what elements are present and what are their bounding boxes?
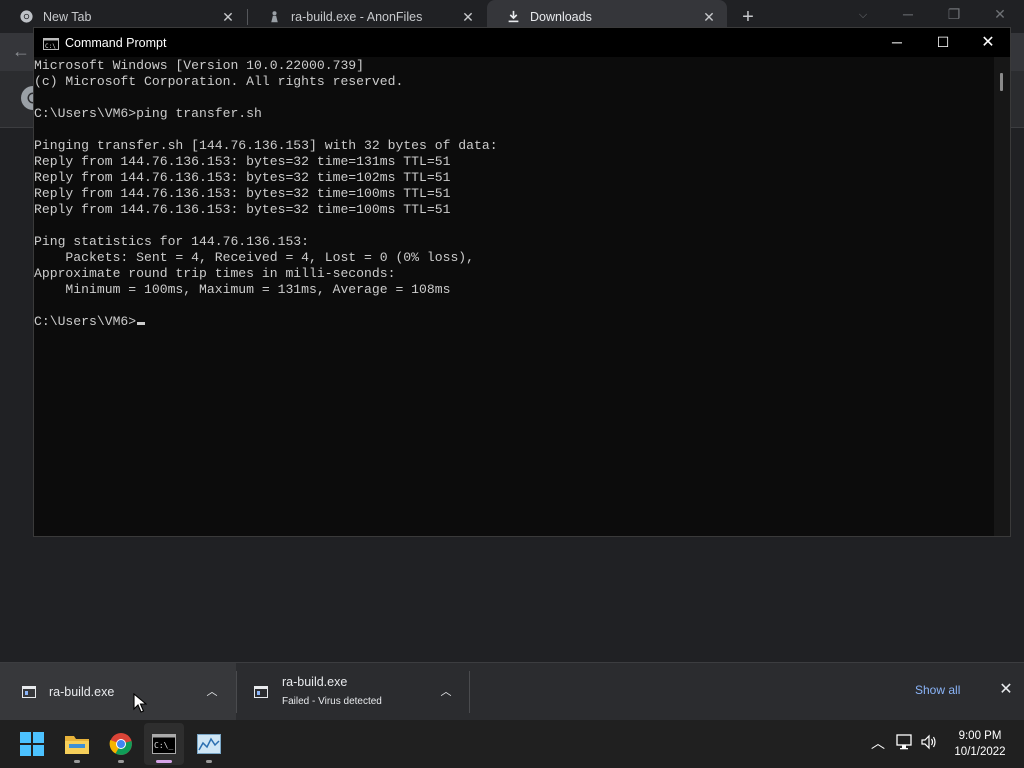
download-icon [507, 10, 520, 23]
folder-icon [65, 736, 89, 754]
browser-restore-icon[interactable]: ❐ [944, 4, 964, 24]
chrome-icon [20, 10, 33, 23]
minimize-icon[interactable]: ─ [874, 28, 920, 57]
chevron-up-icon[interactable]: ︿ [869, 734, 887, 752]
terminal-line: Reply from 144.76.136.153: bytes=32 time… [34, 186, 451, 201]
terminal-line: C:\Users\VM6>ping transfer.sh [34, 106, 262, 121]
close-tab-icon[interactable]: ✕ [220, 9, 236, 25]
download-item[interactable]: ra-build.exe ︿ [0, 663, 236, 720]
terminal-icon: C:\_ [152, 734, 176, 754]
file-explorer-taskbar-button[interactable] [57, 723, 97, 765]
taskbar: C:\_ ︿ [0, 720, 1024, 768]
close-icon[interactable]: ✕ [965, 28, 1011, 57]
tab-label: New Tab [43, 9, 92, 24]
tab-label: Downloads [530, 9, 592, 24]
clock-time: 9:00 PM [958, 730, 1002, 742]
new-tab-button[interactable]: + [738, 7, 758, 27]
chrome-taskbar-button[interactable] [101, 723, 141, 765]
windows-logo-icon [20, 732, 44, 756]
terminal-line: Ping statistics for 144.76.136.153: [34, 234, 310, 249]
terminal-line: Packets: Sent = 4, Received = 4, Lost = … [34, 250, 475, 265]
running-indicator [118, 760, 124, 763]
text-cursor [137, 322, 146, 325]
terminal-line: Reply from 144.76.136.153: bytes=32 time… [34, 170, 451, 185]
svg-text:C:\: C:\ [45, 43, 56, 50]
download-filename: ra-build.exe [49, 685, 115, 699]
tab-label: ra-build.exe - AnonFiles [291, 9, 423, 24]
cmd-app-icon: C:\ [43, 37, 59, 50]
download-status: Failed - Virus detected [282, 696, 382, 707]
running-indicator [206, 760, 212, 763]
scrollbar-thumb[interactable] [1000, 73, 1003, 91]
terminal-line: Minimum = 100ms, Maximum = 131ms, Averag… [34, 282, 451, 297]
terminal-line: Reply from 144.76.136.153: bytes=32 time… [34, 154, 451, 169]
browser-minimize-icon[interactable]: ─ [898, 4, 918, 24]
browser-close-icon[interactable]: ✕ [990, 4, 1010, 24]
terminal-line: Microsoft Windows [Version 10.0.22000.73… [34, 58, 365, 73]
cmd-window-title: Command Prompt [65, 35, 167, 50]
cmd-titlebar[interactable]: C:\ Command Prompt ─ ☐ ✕ [34, 28, 1010, 57]
tab-search-icon[interactable]: ⌵ [854, 6, 872, 24]
clock-date: 10/1/2022 [954, 746, 1006, 758]
terminal-output[interactable]: Microsoft Windows [Version 10.0.22000.73… [34, 57, 994, 536]
taskbar-clock[interactable]: 9:00 PM 10/1/2022 [945, 728, 1015, 760]
chevron-up-icon[interactable]: ︿ [438, 684, 454, 700]
downloads-shelf: ra-build.exe ︿ ra-build.exe Failed - Vir… [0, 662, 1024, 720]
svg-text:C:\_: C:\_ [154, 741, 173, 750]
command-prompt-window[interactable]: C:\ Command Prompt ─ ☐ ✕ Microsoft Windo… [33, 27, 1011, 537]
anonfiles-icon [268, 10, 281, 23]
back-arrow-icon[interactable]: ← [12, 41, 32, 61]
download-filename: ra-build.exe [282, 675, 348, 689]
show-all-link[interactable]: Show all [915, 683, 960, 697]
network-icon[interactable] [896, 734, 914, 752]
resource-monitor-taskbar-button[interactable] [189, 723, 229, 765]
terminal-line: Approximate round trip times in milli-se… [34, 266, 396, 281]
command-prompt-taskbar-button[interactable]: C:\_ [144, 723, 184, 765]
start-button[interactable] [12, 723, 52, 765]
running-indicator [74, 760, 80, 763]
download-item[interactable]: ra-build.exe Failed - Virus detected ︿ [237, 663, 469, 720]
close-tab-icon[interactable]: ✕ [460, 9, 476, 25]
chrome-icon [109, 733, 132, 755]
terminal-line: Pinging transfer.sh [144.76.136.153] wit… [34, 138, 498, 153]
cmd-scrollbar[interactable] [994, 57, 1010, 536]
terminal-prompt: C:\Users\VM6> [34, 314, 137, 329]
close-icon[interactable]: ✕ [997, 681, 1015, 699]
chevron-up-icon[interactable]: ︿ [204, 684, 220, 700]
terminal-line: (c) Microsoft Corporation. All rights re… [34, 74, 404, 89]
running-indicator [156, 760, 172, 763]
close-tab-icon[interactable]: ✕ [701, 9, 717, 25]
mouse-cursor-icon [133, 692, 148, 713]
exe-file-icon [22, 685, 36, 698]
volume-icon[interactable] [920, 734, 938, 752]
resource-monitor-icon [197, 734, 221, 754]
download-divider [469, 671, 470, 713]
terminal-prompt-line[interactable]: C:\Users\VM6> [34, 314, 994, 330]
terminal-line: Reply from 144.76.136.153: bytes=32 time… [34, 202, 451, 217]
exe-file-icon [254, 685, 268, 698]
maximize-icon[interactable]: ☐ [920, 28, 966, 57]
